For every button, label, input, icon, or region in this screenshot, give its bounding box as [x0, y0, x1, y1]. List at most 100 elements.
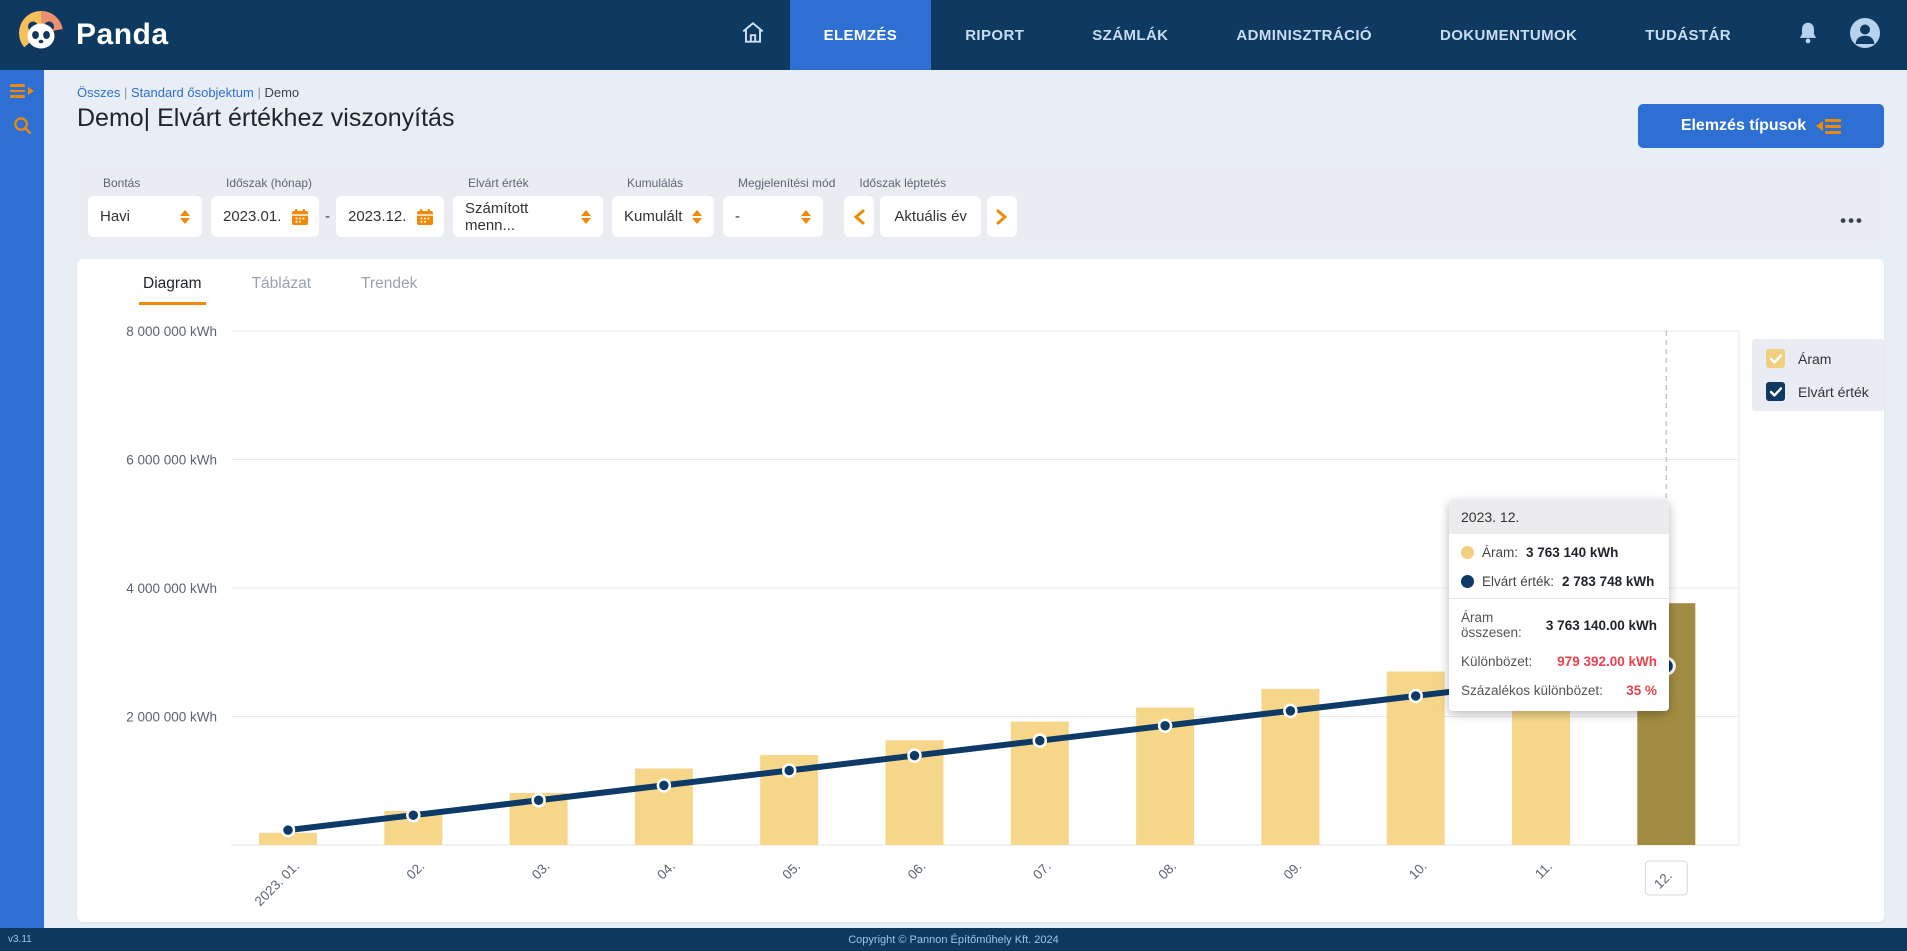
breadcrumb-current: Demo [264, 85, 299, 100]
breadcrumb-link-osszes[interactable]: Összes [77, 85, 120, 100]
search-icon [13, 116, 32, 135]
date-to-input[interactable]: 2023.12. [336, 196, 444, 237]
bontas-select[interactable]: Havi [88, 196, 202, 237]
tooltip-value: 3 763 140 kWh [1526, 545, 1618, 560]
copyright-text: Copyright © Pannon Építőműhely Kft. 2024 [0, 934, 1907, 946]
y-axis-tick-label: 2 000 000 kWh [126, 710, 217, 725]
chart-legend: Áram Elvárt érték [1752, 339, 1884, 411]
date-to-value: 2023.12. [348, 208, 406, 225]
bell-icon[interactable] [1795, 20, 1821, 51]
summary-value: 979 392.00 kWh [1557, 654, 1657, 669]
nav-item-szamlak[interactable]: SZÁMLÁK [1058, 0, 1202, 70]
tooltip-value: 2 783 748 kWh [1562, 574, 1654, 589]
summary-label: Áram összesen: [1461, 610, 1540, 640]
summary-label: Különbözet: [1461, 654, 1532, 669]
line-point-06.[interactable] [909, 750, 921, 762]
nav-item-dokumentumok[interactable]: DOKUMENTUMOK [1406, 0, 1611, 70]
filter-group-bontas: Bontás Havi [88, 176, 202, 237]
tab-tablazat[interactable]: Táblázat [248, 265, 315, 305]
tab-trendek[interactable]: Trendek [357, 265, 421, 305]
megjelenitesi-mod-select[interactable]: - [723, 196, 823, 237]
y-axis-tick-label: 6 000 000 kWh [126, 453, 217, 468]
legend-item-aram[interactable]: Áram [1752, 349, 1884, 368]
megjelenitesi-mod-value: - [735, 208, 740, 225]
chevron-right-icon [28, 87, 34, 95]
tooltip-summary-row: Áram összesen: 3 763 140.00 kWh [1449, 603, 1669, 647]
nav-item-tudastar[interactable]: TUDÁSTÁR [1611, 0, 1765, 70]
period-next-button[interactable] [987, 196, 1017, 237]
updown-arrows-icon [180, 210, 190, 224]
updown-arrows-icon [801, 210, 811, 224]
updown-arrows-icon [692, 210, 702, 224]
nav-item-elemzes[interactable]: ELEMZÉS [790, 0, 932, 70]
filter-label-elvart: Elvárt érték [453, 176, 603, 194]
tab-diagram[interactable]: Diagram [139, 265, 206, 305]
tooltip-label: Elvárt érték: [1482, 574, 1554, 589]
nav-item-adminisztracio[interactable]: ADMINISZTRÁCIÓ [1202, 0, 1406, 70]
x-axis-tick-label: 09. [1281, 859, 1305, 883]
calendar-icon [291, 208, 309, 226]
breadcrumb-separator: | [257, 85, 260, 100]
filter-group-elvart: Elvárt érték Számított menn... [453, 176, 603, 237]
navbar-icons [1765, 17, 1907, 54]
line-point-07.[interactable] [1034, 735, 1046, 747]
x-axis-tick-label: 07. [1030, 859, 1054, 883]
date-from-input[interactable]: 2023.01. [211, 196, 319, 237]
checkbox-checked-icon[interactable] [1766, 349, 1785, 368]
line-point-09.[interactable] [1284, 705, 1296, 717]
date-range-separator: - [325, 208, 330, 225]
sidebar-menu-toggle[interactable] [10, 84, 34, 98]
x-axis-tick-label: 10. [1406, 859, 1430, 883]
checkbox-checked-icon[interactable] [1766, 382, 1785, 401]
filter-label-bontas: Bontás [88, 176, 202, 194]
breadcrumb-link-standard[interactable]: Standard ősobjektum [131, 85, 254, 100]
filter-label-leptetes: Időszak léptetés [844, 176, 1017, 194]
line-point-02.[interactable] [407, 809, 419, 821]
elvart-ertek-value: Számított menn... [465, 200, 571, 234]
main-navigation: ELEMZÉS RIPORT SZÁMLÁK ADMINISZTRÁCIÓ DO… [790, 0, 1765, 70]
filter-group-leptetes: Időszak léptetés Aktuális év [844, 176, 1017, 237]
filter-group-kumulalas: Kumulálás Kumulált [612, 176, 714, 237]
date-from-value: 2023.01. [223, 208, 281, 225]
line-point-04.[interactable] [658, 779, 670, 791]
line-point-2023. 01.[interactable] [282, 824, 294, 836]
analysis-types-button[interactable]: Elemzés típusok [1638, 104, 1884, 148]
analysis-types-label: Elemzés típusok [1681, 117, 1806, 135]
tooltip-series-row: Áram: 3 763 140 kWh [1449, 538, 1669, 567]
kumulalas-value: Kumulált [624, 208, 682, 225]
breadcrumb-separator: | [124, 85, 127, 100]
filter-label-kumulalas: Kumulálás [612, 176, 714, 194]
filter-group-megjelenitesi: Megjelenítési mód - [723, 176, 835, 237]
line-point-03.[interactable] [533, 794, 545, 806]
tooltip-title: 2023. 12. [1449, 500, 1669, 534]
footer: v3.11 Copyright © Pannon Építőműhely Kft… [0, 928, 1907, 951]
x-axis-tick-label: 06. [905, 859, 929, 883]
home-icon [740, 20, 766, 51]
kumulalas-select[interactable]: Kumulált [612, 196, 714, 237]
current-year-button[interactable]: Aktuális év [880, 196, 981, 237]
brand-logo[interactable]: Panda [0, 10, 169, 61]
line-point-10.[interactable] [1410, 690, 1422, 702]
user-avatar-icon[interactable] [1849, 17, 1881, 54]
breadcrumb: Összes | Standard ősobjektum | Demo [77, 85, 1884, 100]
sidebar-search-button[interactable] [13, 116, 32, 140]
nav-item-riport[interactable]: RIPORT [931, 0, 1058, 70]
chevron-right-icon [996, 209, 1007, 225]
legend-label: Áram [1798, 351, 1831, 367]
summary-value: 3 763 140.00 kWh [1546, 618, 1657, 633]
elvart-ertek-select[interactable]: Számított menn... [453, 196, 603, 237]
panda-logo-icon [18, 10, 64, 61]
summary-label: Százalékos különbözet: [1461, 683, 1603, 698]
y-axis-tick-label: 8 000 000 kWh [126, 324, 217, 339]
legend-item-elvart[interactable]: Elvárt érték [1752, 382, 1884, 401]
more-options-button[interactable]: ••• [1840, 211, 1864, 231]
x-axis-tick-label: 2023. 01. [252, 859, 302, 909]
list-arrow-icon [1816, 119, 1841, 134]
chart-card: Diagram Táblázat Trendek 2 000 000 kWh4 … [77, 259, 1884, 922]
home-button[interactable] [716, 0, 790, 70]
line-point-05.[interactable] [783, 764, 795, 776]
calendar-icon [416, 208, 434, 226]
period-prev-button[interactable] [844, 196, 874, 237]
line-point-08.[interactable] [1159, 720, 1171, 732]
series-dot-aram [1461, 546, 1474, 559]
